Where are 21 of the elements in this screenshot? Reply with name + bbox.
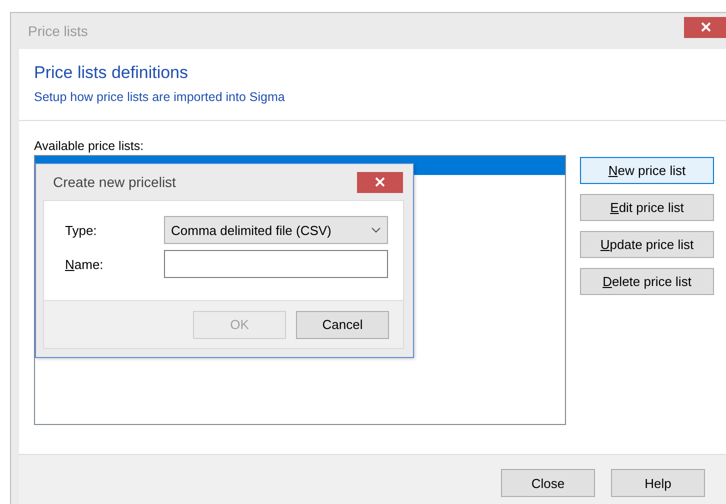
window-title: Price lists — [28, 23, 88, 39]
price-list-button[interactable]: Edit price list — [580, 194, 714, 221]
list-label: Available price lists: — [34, 139, 145, 153]
field-label: Name: — [65, 256, 104, 272]
page-heading: Price lists definitions — [34, 63, 190, 83]
page-subtitle: Setup how price lists are imported into Sigma — [34, 90, 286, 104]
type-dropdown[interactable]: Comma delimited file (CSV) — [164, 216, 388, 244]
close-icon — [375, 177, 385, 187]
close-dialog-button[interactable]: Close — [501, 469, 595, 497]
field-label: Type: — [65, 222, 98, 238]
dialog-title: Create new pricelist — [53, 174, 176, 190]
price-list-button[interactable]: New price list — [580, 157, 714, 184]
close-button[interactable] — [684, 16, 726, 38]
close-button[interactable] — [357, 172, 403, 192]
price-list-button[interactable]: Update price list — [580, 231, 714, 258]
chevron-down-icon — [371, 227, 381, 233]
cancel-button[interactable]: Cancel — [296, 310, 389, 338]
price-list-button[interactable]: Delete price list — [580, 268, 714, 295]
help-button[interactable]: Help — [611, 469, 705, 497]
close-icon — [700, 22, 710, 32]
name-input-field[interactable] — [164, 250, 388, 278]
